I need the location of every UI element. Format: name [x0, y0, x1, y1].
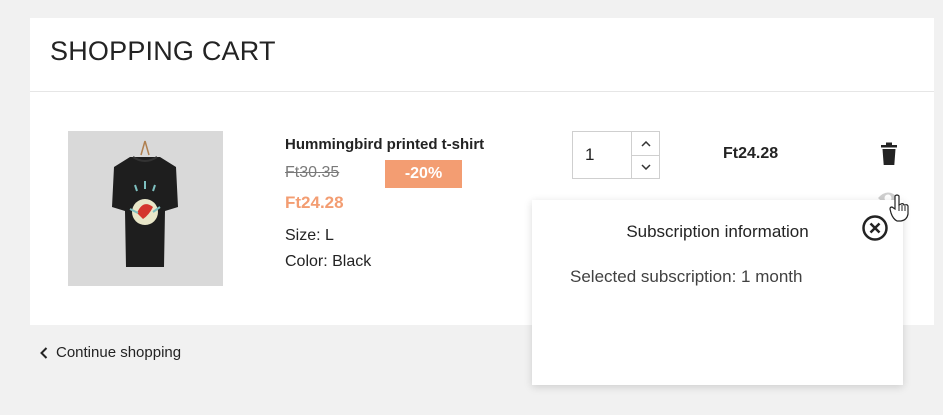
popup-title: Subscription information [626, 222, 809, 241]
continue-shopping-label: Continue shopping [56, 344, 182, 361]
product-name[interactable]: Hummingbird printed t-shirt [285, 136, 484, 153]
continue-shopping-link[interactable]: Continue shopping [40, 344, 181, 361]
popup-body: Selected subscription: 1 month [570, 267, 803, 286]
product-color: Color: Black [285, 253, 372, 270]
hand-cursor-icon [889, 194, 909, 222]
close-icon [862, 215, 888, 241]
stepper-controls [631, 132, 659, 178]
chevron-up-icon [640, 140, 651, 147]
page-title: SHOPPING CART [50, 36, 276, 66]
increment-button[interactable] [632, 132, 659, 156]
tshirt-image-icon [68, 131, 223, 286]
product-image[interactable] [68, 131, 223, 286]
chevron-left-icon [40, 346, 48, 359]
trash-icon [881, 142, 897, 165]
discount-badge: -20% [385, 160, 462, 188]
close-button[interactable] [861, 214, 889, 242]
quantity-input[interactable] [573, 132, 631, 178]
current-price: Ft24.28 [285, 193, 344, 212]
remove-item-button[interactable] [879, 142, 899, 166]
line-total: Ft24.28 [723, 145, 779, 162]
decrement-button[interactable] [632, 155, 659, 178]
quantity-stepper [572, 131, 660, 179]
subscription-popup: Subscription information Selected subscr… [532, 200, 903, 385]
regular-price: Ft30.35 [285, 164, 340, 181]
product-size: Size: L [285, 227, 334, 244]
chevron-down-icon [640, 163, 651, 170]
divider [30, 91, 934, 92]
